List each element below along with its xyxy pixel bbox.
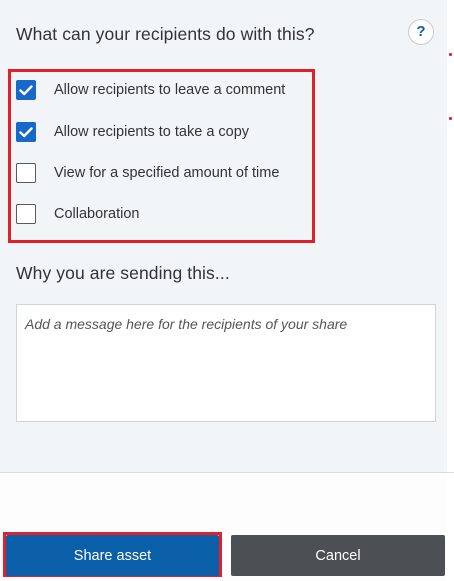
scroll-marker — [449, 53, 452, 56]
scrollbar-track[interactable] — [447, 0, 454, 581]
options-highlight-box — [8, 69, 315, 243]
message-input[interactable] — [16, 304, 436, 422]
divider — [0, 472, 454, 473]
share-asset-button[interactable]: Share asset — [6, 535, 219, 576]
scroll-marker — [449, 117, 452, 120]
help-icon[interactable]: ? — [408, 19, 434, 45]
message-heading: Why you are sending this... — [16, 263, 230, 283]
cancel-button[interactable]: Cancel — [231, 535, 445, 576]
permissions-heading: What can your recipients do with this? — [16, 24, 315, 44]
